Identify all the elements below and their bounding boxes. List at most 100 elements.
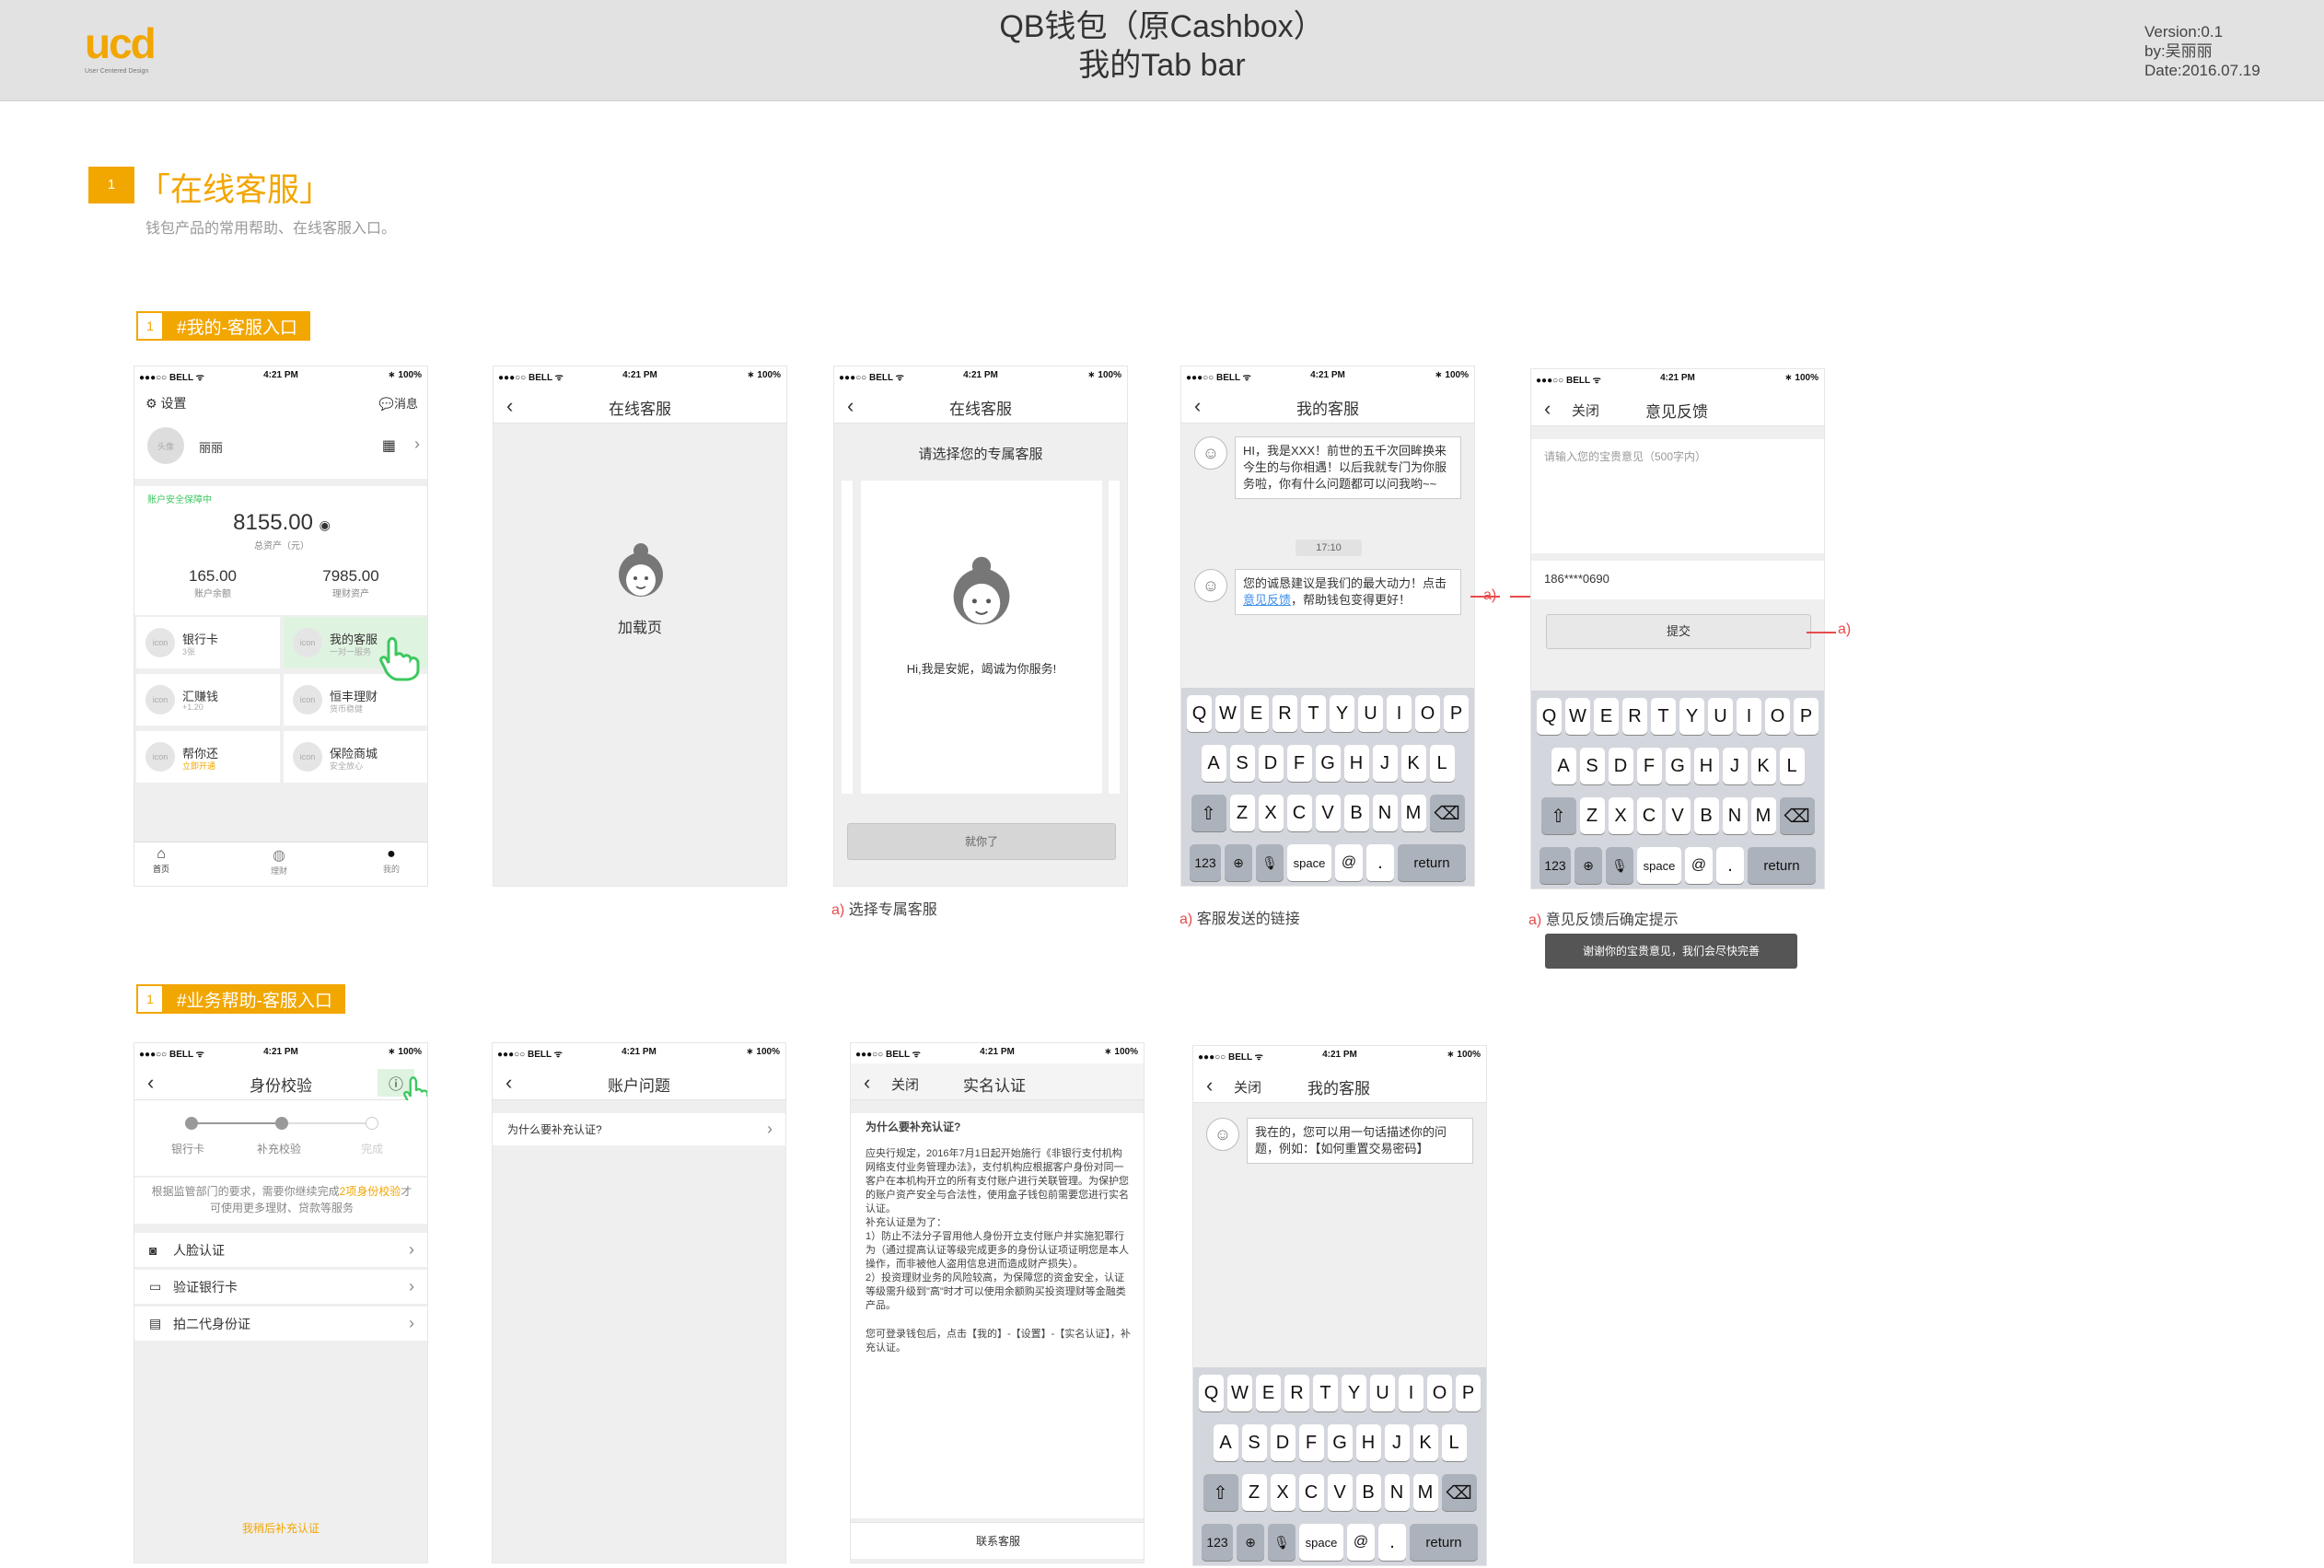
key[interactable]: F xyxy=(1636,748,1662,784)
faq-item[interactable]: 为什么要补充认证? › xyxy=(493,1113,785,1146)
key[interactable]: B xyxy=(1693,797,1719,834)
key[interactable]: R xyxy=(1622,698,1647,735)
key[interactable]: C xyxy=(1298,1474,1324,1511)
key[interactable]: I xyxy=(1737,698,1761,735)
key[interactable]: J xyxy=(1372,745,1398,782)
key[interactable]: B xyxy=(1355,1474,1381,1511)
next-card-peek[interactable] xyxy=(1109,481,1120,794)
eye-icon[interactable]: ◉ xyxy=(320,517,331,532)
face-auth-row[interactable]: ◙ 人脸认证 › xyxy=(134,1233,427,1268)
messages-button[interactable]: 💬消息 xyxy=(379,394,418,412)
mic-icon[interactable]: 🎙 xyxy=(1268,1524,1296,1561)
key[interactable]: M xyxy=(1400,795,1426,831)
globe-icon[interactable]: ⊕ xyxy=(1225,844,1252,881)
back-icon[interactable]: ‹ xyxy=(864,1071,870,1095)
qrcode-icon[interactable]: ▦ xyxy=(382,436,396,455)
key[interactable]: A xyxy=(1551,748,1576,784)
key[interactable]: A xyxy=(1201,745,1226,782)
key[interactable]: G xyxy=(1327,1424,1353,1461)
shift-key-icon[interactable]: ⇧ xyxy=(1203,1474,1238,1511)
return-key[interactable]: return xyxy=(1398,844,1466,881)
key[interactable]: G xyxy=(1315,745,1341,782)
globe-icon[interactable]: ⊕ xyxy=(1237,1524,1264,1561)
key[interactable]: G xyxy=(1665,748,1691,784)
key[interactable]: T xyxy=(1313,1375,1338,1411)
key[interactable]: P xyxy=(1444,695,1469,732)
key[interactable]: I xyxy=(1399,1375,1423,1411)
dot-key[interactable]: . xyxy=(1366,844,1394,881)
key[interactable]: L xyxy=(1441,1424,1467,1461)
key[interactable]: K xyxy=(1400,745,1426,782)
shift-key-icon[interactable]: ⇧ xyxy=(1540,797,1576,834)
close-button[interactable]: 关闭 xyxy=(891,1074,919,1094)
total-assets[interactable]: 8155.00 ◉ xyxy=(134,510,427,536)
key[interactable]: B xyxy=(1343,795,1369,831)
phone-field[interactable]: 186****0690 xyxy=(1531,561,1824,599)
key[interactable]: O xyxy=(1427,1375,1452,1411)
mic-icon[interactable]: 🎙 xyxy=(1606,847,1633,884)
grid-item-bank-card[interactable]: icon 银行卡 3张 xyxy=(136,617,280,668)
key[interactable]: L xyxy=(1779,748,1805,784)
key[interactable]: P xyxy=(1456,1375,1481,1411)
space-key[interactable]: space xyxy=(1299,1524,1343,1561)
at-key[interactable]: @ xyxy=(1685,847,1713,884)
back-icon[interactable]: ‹ xyxy=(1206,1074,1213,1098)
key[interactable]: H xyxy=(1693,748,1719,784)
key[interactable]: X xyxy=(1608,797,1633,834)
contact-service-button[interactable]: 联系客服 xyxy=(851,1522,1144,1559)
key[interactable]: C xyxy=(1636,797,1662,834)
key[interactable]: V xyxy=(1327,1474,1353,1511)
key[interactable]: X xyxy=(1258,795,1284,831)
feedback-link[interactable]: 意见反馈 xyxy=(1243,593,1291,607)
agent-card[interactable]: Hi,我是安妮，竭诚为你服务! xyxy=(861,481,1102,794)
key[interactable]: Q xyxy=(1187,695,1212,732)
key[interactable]: Y xyxy=(1330,695,1354,732)
tab-home[interactable]: ⌂ 首页 xyxy=(153,846,169,875)
verify-card-row[interactable]: ▭ 验证银行卡 › xyxy=(134,1270,427,1305)
key[interactable]: U xyxy=(1708,698,1733,735)
return-key[interactable]: return xyxy=(1410,1524,1478,1561)
submit-button[interactable]: 提交 xyxy=(1546,614,1811,649)
numbers-key[interactable]: 123 xyxy=(1190,844,1221,881)
key[interactable]: Y xyxy=(1679,698,1704,735)
key[interactable]: S xyxy=(1579,748,1605,784)
key[interactable]: R xyxy=(1284,1375,1309,1411)
return-key[interactable]: return xyxy=(1748,847,1816,884)
key[interactable]: U xyxy=(1370,1375,1395,1411)
key[interactable]: O xyxy=(1765,698,1790,735)
back-icon[interactable]: ‹ xyxy=(1544,397,1551,421)
finance-block[interactable]: 7985.00 理财资产 xyxy=(309,567,392,599)
key[interactable]: M xyxy=(1750,797,1776,834)
grid-item-earn[interactable]: icon 汇赚钱 +1.20 xyxy=(136,674,280,726)
key[interactable]: Z xyxy=(1241,1474,1267,1511)
key[interactable]: H xyxy=(1355,1424,1381,1461)
globe-icon[interactable]: ⊕ xyxy=(1575,847,1602,884)
dot-key[interactable]: . xyxy=(1716,847,1744,884)
key[interactable]: Q xyxy=(1199,1375,1224,1411)
key[interactable]: F xyxy=(1286,745,1312,782)
close-button[interactable]: 关闭 xyxy=(1234,1077,1261,1097)
key[interactable]: Z xyxy=(1229,795,1255,831)
space-key[interactable]: space xyxy=(1287,844,1331,881)
mic-icon[interactable]: 🎙 xyxy=(1256,844,1284,881)
at-key[interactable]: @ xyxy=(1335,844,1363,881)
prev-card-peek[interactable] xyxy=(842,481,853,794)
dot-key[interactable]: . xyxy=(1378,1524,1406,1561)
key[interactable]: D xyxy=(1270,1424,1296,1461)
key[interactable]: F xyxy=(1298,1424,1324,1461)
at-key[interactable]: @ xyxy=(1347,1524,1375,1561)
key[interactable]: N xyxy=(1384,1474,1410,1511)
numbers-key[interactable]: 123 xyxy=(1540,847,1571,884)
balance-block[interactable]: 165.00 账户余额 xyxy=(171,567,254,599)
key[interactable]: H xyxy=(1343,745,1369,782)
key[interactable]: K xyxy=(1750,748,1776,784)
grid-item-repay[interactable]: icon 帮你还 立即开通 xyxy=(136,731,280,783)
settings-button[interactable]: ⚙ 设置 xyxy=(145,394,186,412)
avatar[interactable]: 头像 xyxy=(147,427,184,464)
key[interactable]: A xyxy=(1213,1424,1238,1461)
key[interactable]: O xyxy=(1415,695,1440,732)
key[interactable]: C xyxy=(1286,795,1312,831)
grid-item-hengfeng[interactable]: icon 恒丰理财 货币稳健 xyxy=(284,674,427,726)
key[interactable]: Z xyxy=(1579,797,1605,834)
key[interactable]: T xyxy=(1301,695,1326,732)
